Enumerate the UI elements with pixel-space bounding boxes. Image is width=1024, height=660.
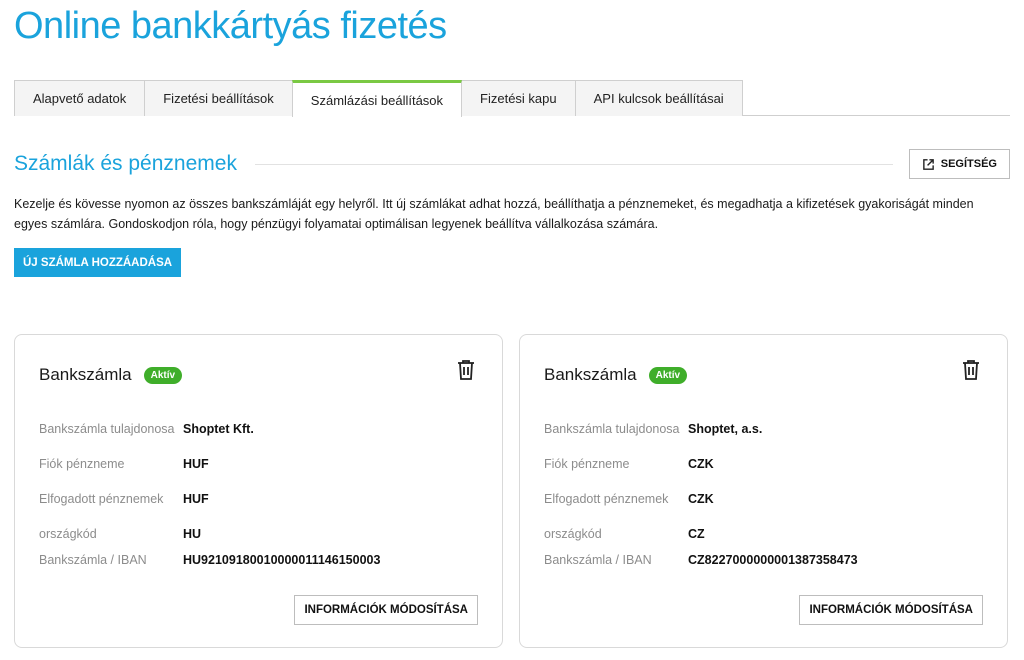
account-card: Bankszámla Aktív Bankszámla tulajdonosa … [14,334,503,648]
detail-value: Shoptet Kft. [183,422,254,436]
trash-icon[interactable] [456,359,476,381]
tab-bar: Alapvető adatok Fizetési beállítások Szá… [14,80,1010,117]
status-badge: Aktív [648,366,688,384]
detail-row-owner: Bankszámla tulajdonosa Shoptet Kft. [39,411,479,447]
section-title: Számlák és pénznemek [14,152,237,175]
add-account-button[interactable]: ÚJ SZÁMLA HOZZÁADÁSA [14,248,182,277]
detail-label: Fiók pénzneme [39,457,125,471]
detail-row-accepted-currencies: Elfogadott pénznemek HUF [39,481,479,517]
detail-value: CZ [688,527,705,541]
detail-value: HUF [183,492,209,506]
detail-label: országkód [39,527,97,541]
account-card: Bankszámla Aktív Bankszámla tulajdonosa … [519,334,1008,648]
detail-label: Bankszámla / IBAN [39,553,147,567]
detail-label: Elfogadott pénznemek [544,492,669,506]
tab-api-keys[interactable]: API kulcsok beállításai [574,80,743,116]
detail-value: CZK [688,492,714,506]
account-details: Bankszámla tulajdonosa Shoptet, a.s. Fió… [544,411,984,577]
detail-value: HUF [183,457,209,471]
trash-icon[interactable] [961,359,981,381]
detail-value: HU92109180010000011146150003 [183,553,381,567]
detail-label: Bankszámla tulajdonosa [39,422,175,436]
card-title: Bankszámla [544,365,637,384]
help-button[interactable]: SEGÍTSÉG [908,149,1010,179]
detail-label: országkód [544,527,602,541]
detail-row-account-currency: Fiók pénzneme HUF [39,455,479,473]
detail-row-iban: Bankszámla / IBAN HU92109180010000011146… [39,551,479,569]
section-divider [254,163,893,165]
detail-row-accepted-currencies: Elfogadott pénznemek CZK [544,481,984,517]
edit-info-button[interactable]: INFORMÁCIÓK MÓDOSÍTÁSA [799,595,983,625]
detail-value: Shoptet, a.s. [688,422,763,436]
status-badge: Aktív [143,366,183,384]
tab-payment-settings[interactable]: Fizetési beállítások [144,80,293,116]
section-description: Kezelje és kövesse nyomon az összes bank… [14,197,974,231]
external-link-icon [922,158,934,170]
detail-row-account-currency: Fiók pénzneme CZK [544,455,984,473]
help-button-label: SEGÍTSÉG [940,158,997,170]
detail-value: HU [183,527,202,541]
tab-billing-settings[interactable]: Számlázási beállítások [291,80,463,117]
detail-label: Elfogadott pénznemek [39,492,164,506]
tab-basic-data[interactable]: Alapvető adatok [14,80,146,116]
detail-label: Bankszámla / IBAN [544,553,652,567]
detail-row-iban: Bankszámla / IBAN CZ82270000000013873584… [544,551,984,569]
section-header: Számlák és pénznemek SEGÍTSÉG [14,148,1010,180]
detail-value: CZK [688,457,714,471]
detail-label: Fiók pénzneme [544,457,630,471]
card-header: Bankszámla Aktív [544,365,688,385]
account-details: Bankszámla tulajdonosa Shoptet Kft. Fiók… [39,411,479,577]
page: Online bankkártyás fizetés Alapvető adat… [0,0,1024,660]
detail-row-country-code: országkód HU [39,525,479,543]
tab-payment-gateway[interactable]: Fizetési kapu [461,80,576,116]
card-title: Bankszámla [39,365,132,384]
edit-info-button[interactable]: INFORMÁCIÓK MÓDOSÍTÁSA [294,595,478,625]
detail-label: Bankszámla tulajdonosa [544,422,680,436]
page-title: Online bankkártyás fizetés [14,5,447,47]
detail-row-country-code: országkód CZ [544,525,984,543]
card-header: Bankszámla Aktív [39,365,183,385]
detail-value: CZ8227000000001387358473 [688,553,858,567]
detail-row-owner: Bankszámla tulajdonosa Shoptet, a.s. [544,411,984,447]
